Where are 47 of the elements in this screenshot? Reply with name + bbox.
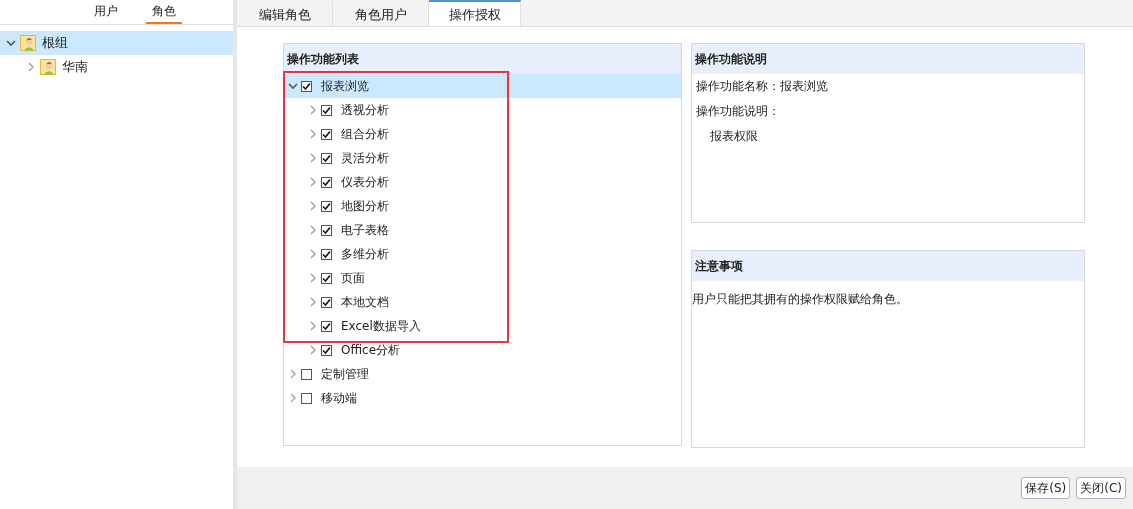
tab[interactable]: 编辑角色 bbox=[237, 0, 333, 26]
tree-item[interactable]: 多维分析 bbox=[284, 242, 681, 266]
checkbox[interactable] bbox=[321, 344, 332, 356]
tree-item[interactable]: 透视分析 bbox=[284, 98, 681, 122]
tree-item[interactable]: Office分析 bbox=[284, 338, 681, 362]
tree-item[interactable]: 页面 bbox=[284, 266, 681, 290]
tree-item[interactable]: 电子表格 bbox=[284, 218, 681, 242]
tree-item[interactable]: 地图分析 bbox=[284, 194, 681, 218]
checkbox[interactable] bbox=[321, 248, 332, 260]
user-avatar-icon bbox=[40, 59, 56, 75]
tree-item[interactable]: 灵活分析 bbox=[284, 146, 681, 170]
checkbox[interactable] bbox=[321, 128, 332, 140]
description-label: 操作功能说明： bbox=[695, 103, 781, 120]
checkbox[interactable] bbox=[301, 80, 312, 92]
tree-item[interactable]: 华南 bbox=[0, 55, 233, 79]
tree-item[interactable]: 组合分析 bbox=[284, 122, 681, 146]
panel-title: 操作功能说明 bbox=[692, 44, 1084, 74]
tree-item[interactable]: 根组 bbox=[0, 31, 233, 55]
checkbox[interactable] bbox=[301, 392, 312, 404]
checkbox[interactable] bbox=[321, 200, 332, 212]
checkbox[interactable] bbox=[321, 320, 332, 332]
tree-item[interactable]: 移动端 bbox=[284, 386, 681, 410]
checkbox[interactable] bbox=[321, 296, 332, 308]
user-avatar-icon bbox=[20, 35, 36, 51]
checkbox[interactable] bbox=[321, 224, 332, 236]
checkbox[interactable] bbox=[321, 104, 332, 116]
tab[interactable]: 角色 bbox=[145, 0, 182, 24]
panel-title: 操作功能列表 bbox=[284, 44, 681, 74]
panel-title: 注意事项 bbox=[692, 251, 1084, 281]
tree-item[interactable]: Excel数据导入 bbox=[284, 314, 681, 338]
tab[interactable]: 操作授权 bbox=[429, 0, 521, 26]
checkbox[interactable] bbox=[321, 152, 332, 164]
dialog-button[interactable]: 关闭(C) bbox=[1076, 477, 1126, 499]
notes-text: 用户只能把其拥有的操作权限赋给角色。 bbox=[692, 291, 909, 308]
tree-item[interactable]: 仪表分析 bbox=[284, 170, 681, 194]
description-text: 报表权限 bbox=[709, 128, 759, 145]
tab[interactable]: 用户 bbox=[87, 0, 124, 24]
function-name-text: 操作功能名称：报表浏览 bbox=[695, 78, 829, 95]
tree-item[interactable]: 报表浏览 bbox=[284, 74, 681, 98]
checkbox[interactable] bbox=[321, 176, 332, 188]
chevron-down-icon[interactable] bbox=[288, 81, 298, 91]
tree-item[interactable]: 本地文档 bbox=[284, 290, 681, 314]
checkbox[interactable] bbox=[301, 368, 312, 380]
tree-item[interactable]: 定制管理 bbox=[284, 362, 681, 386]
chevron-down-icon[interactable] bbox=[6, 38, 16, 48]
dialog-button[interactable]: 保存(S) bbox=[1021, 477, 1071, 499]
checkbox[interactable] bbox=[321, 272, 332, 284]
